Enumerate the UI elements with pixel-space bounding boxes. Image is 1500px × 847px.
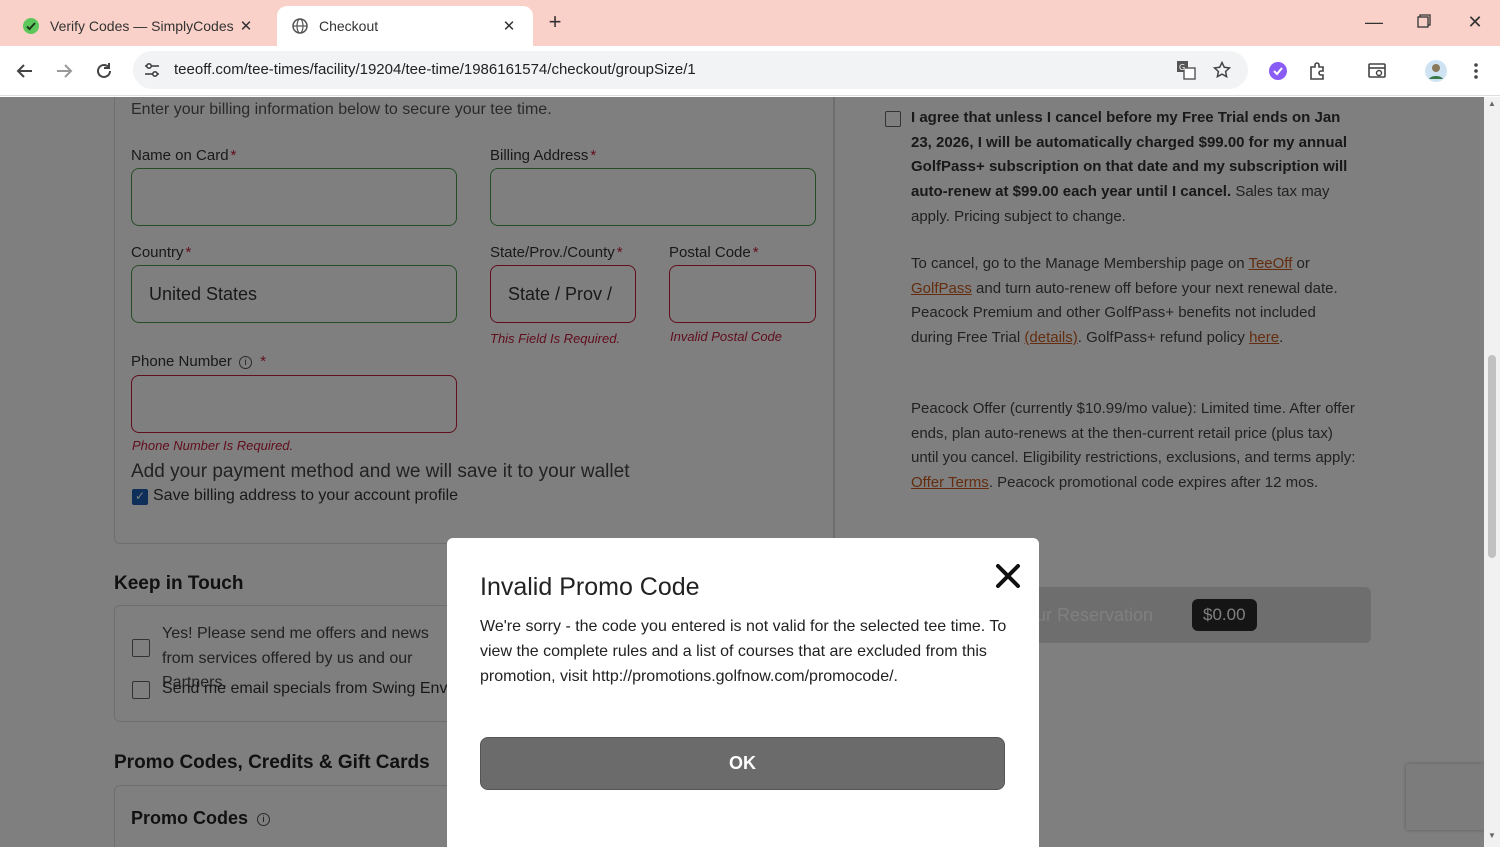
scroll-up-icon[interactable]: ▲ bbox=[1487, 99, 1497, 108]
address-bar[interactable]: teeoff.com/tee-times/facility/19204/tee-… bbox=[133, 51, 1248, 89]
close-dialog-icon[interactable] bbox=[992, 560, 1024, 592]
dialog-message: We're sorry - the code you entered is no… bbox=[480, 618, 1007, 685]
bookmark-star-icon[interactable] bbox=[1212, 60, 1232, 80]
tab-title: Verify Codes — SimplyCodes bbox=[50, 18, 234, 34]
profile-avatar[interactable] bbox=[1424, 59, 1448, 83]
url-text: teeoff.com/tee-times/facility/19204/tee-… bbox=[174, 61, 696, 78]
site-settings-icon[interactable] bbox=[143, 61, 161, 79]
restore-icon[interactable] bbox=[1414, 12, 1434, 32]
close-tab-icon[interactable]: ✕ bbox=[236, 17, 256, 35]
ok-button[interactable]: OK bbox=[480, 737, 1005, 790]
svg-text:G: G bbox=[1179, 63, 1185, 72]
tab-title: Checkout bbox=[319, 18, 379, 34]
browser-menu-icon[interactable] bbox=[1464, 59, 1488, 83]
extension-purple-icon[interactable] bbox=[1266, 59, 1290, 83]
dialog-title: Invalid Promo Code bbox=[480, 573, 700, 601]
reload-icon[interactable] bbox=[92, 59, 116, 83]
tab-checkout[interactable]: Checkout ✕ bbox=[277, 6, 533, 46]
tab-verify-codes[interactable]: Verify Codes — SimplyCodes ✕ bbox=[8, 6, 270, 46]
simplycodes-favicon-icon bbox=[22, 17, 40, 35]
extensions-puzzle-icon[interactable] bbox=[1306, 59, 1330, 83]
tab-search-icon[interactable] bbox=[1365, 59, 1389, 83]
invalid-promo-dialog: Invalid Promo Code We're sorry - the cod… bbox=[447, 538, 1039, 847]
back-icon[interactable] bbox=[13, 59, 37, 83]
forward-icon[interactable] bbox=[52, 59, 76, 83]
page-scrollbar[interactable]: ▲ ▼ bbox=[1484, 97, 1500, 847]
close-tab-icon[interactable]: ✕ bbox=[499, 17, 519, 35]
minimize-icon[interactable]: — bbox=[1364, 12, 1384, 32]
browser-toolbar: teeoff.com/tee-times/facility/19204/tee-… bbox=[0, 46, 1500, 96]
new-tab-button[interactable]: + bbox=[544, 11, 566, 33]
browser-tab-strip: Verify Codes — SimplyCodes ✕ Checkout ✕ … bbox=[0, 0, 1500, 46]
scrollbar-thumb[interactable] bbox=[1488, 355, 1496, 558]
scroll-down-icon[interactable]: ▼ bbox=[1487, 831, 1497, 840]
translate-icon[interactable]: G bbox=[1176, 60, 1196, 80]
globe-icon bbox=[291, 17, 309, 35]
close-window-icon[interactable]: ✕ bbox=[1465, 12, 1485, 32]
